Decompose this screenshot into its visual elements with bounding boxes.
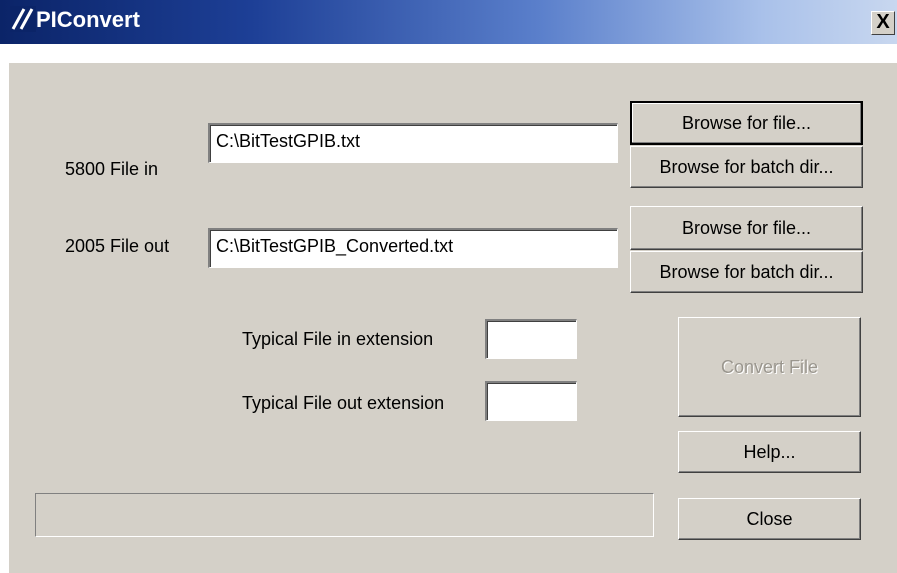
progress-bar [35, 493, 654, 537]
browse-batch-dir-out-button[interactable]: Browse for batch dir... [630, 251, 863, 293]
file-in-extension-label: Typical File in extension [242, 329, 434, 349]
file-in-label: 5800 File in [65, 159, 159, 179]
file-out-input[interactable]: C:\BitTestGPIB_Converted.txt [208, 228, 618, 268]
convert-file-button[interactable]: Convert File [678, 317, 861, 417]
dialog-body: 5800 File in C:\BitTestGPIB.txt Browse f… [8, 62, 897, 573]
help-button[interactable]: Help... [678, 431, 861, 473]
file-out-extension-label: Typical File out extension [242, 393, 445, 413]
file-in-input[interactable]: C:\BitTestGPIB.txt [208, 123, 618, 163]
browse-file-in-button[interactable]: Browse for file... [630, 101, 863, 145]
file-out-extension-input[interactable] [485, 381, 577, 421]
window-close-button[interactable]: X [871, 11, 895, 35]
close-button[interactable]: Close [678, 498, 861, 540]
title-bar[interactable]: PIConvert X [0, 0, 897, 44]
piconvert-logo-icon [10, 6, 36, 32]
file-out-label: 2005 File out [65, 236, 170, 256]
browse-file-out-button[interactable]: Browse for file... [630, 206, 863, 250]
browse-batch-dir-in-button[interactable]: Browse for batch dir... [630, 146, 863, 188]
file-in-extension-input[interactable] [485, 319, 577, 359]
window-title: PIConvert [36, 7, 140, 32]
